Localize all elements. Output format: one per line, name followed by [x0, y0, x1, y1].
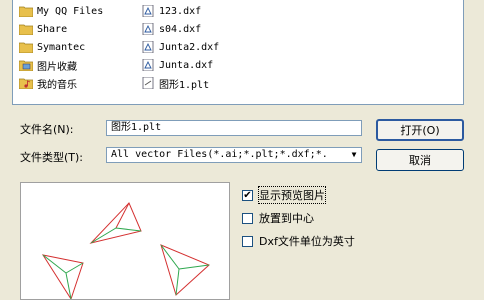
file-item-label: Junta2.dxf [159, 41, 220, 53]
filetype-label: 文件类型(T): [20, 151, 84, 164]
file-item-pictures[interactable]: 图片收藏 [19, 56, 103, 74]
file-item-my-qq-files[interactable]: My QQ Files [19, 2, 103, 20]
place-center-checkbox[interactable] [242, 212, 253, 224]
folder-icon [19, 6, 33, 17]
file-item-label: Symantec [37, 41, 86, 53]
file-item-junta-dxf[interactable]: Junta.dxf [141, 56, 219, 74]
music-folder-icon [19, 78, 33, 89]
dxf-file-icon [142, 41, 154, 53]
file-column-2: 123.dxf s04.dxf Junta2.dxf Junta.dxf 图形1… [141, 2, 219, 92]
file-item-music[interactable]: 我的音乐 [19, 74, 103, 92]
file-item-123-dxf[interactable]: 123.dxf [141, 2, 219, 20]
plt-file-icon [142, 77, 154, 89]
folder-icon [19, 24, 33, 35]
open-button[interactable]: 打开(O) [376, 119, 464, 141]
show-preview-label: 显示预览图片 [258, 186, 326, 204]
place-center-label: 放置到中心 [259, 212, 314, 225]
dxf-inch-checkbox[interactable] [242, 235, 253, 247]
show-preview-option[interactable]: ✔ 显示预览图片 [242, 186, 326, 204]
file-list-panel[interactable]: My QQ Files Share Symantec 图片收藏 我的音乐 123… [12, 0, 464, 105]
file-item-symantec[interactable]: Symantec [19, 38, 103, 56]
filename-input[interactable]: 图形1.plt [106, 120, 362, 136]
dxf-inch-option[interactable]: Dxf文件单位为英寸 [242, 233, 355, 249]
pictures-folder-icon [19, 60, 33, 71]
chevron-down-icon[interactable]: ▼ [346, 148, 361, 162]
file-item-plt[interactable]: 图形1.plt [141, 74, 219, 92]
file-item-share[interactable]: Share [19, 20, 103, 38]
preview-shape-1 [89, 202, 142, 244]
dxf-file-icon [142, 23, 154, 35]
dxf-file-icon [142, 5, 154, 17]
folder-icon [19, 42, 33, 53]
filetype-value: All vector Files(*.ai;*.plt;*.dxf;*. [111, 149, 328, 160]
preview-shape-3 [160, 244, 210, 296]
preview-image [41, 202, 210, 299]
file-item-label: 图片收藏 [37, 61, 77, 73]
file-item-label: 图形1.plt [159, 79, 210, 91]
filename-label: 文件名(N): [20, 123, 74, 136]
file-item-label: 我的音乐 [37, 79, 77, 91]
file-column-1: My QQ Files Share Symantec 图片收藏 我的音乐 [19, 2, 103, 92]
place-center-option[interactable]: 放置到中心 [242, 210, 314, 226]
file-item-s04-dxf[interactable]: s04.dxf [141, 20, 219, 38]
show-preview-checkbox[interactable]: ✔ [242, 189, 253, 201]
cancel-button[interactable]: 取消 [376, 149, 464, 171]
dxf-file-icon [142, 59, 154, 71]
preview-shape-2 [41, 254, 84, 299]
file-item-junta2-dxf[interactable]: Junta2.dxf [141, 38, 219, 56]
file-item-label: Junta.dxf [159, 59, 214, 71]
file-item-label: 123.dxf [159, 5, 202, 17]
filetype-select[interactable]: All vector Files(*.ai;*.plt;*.dxf;*. ▼ [106, 147, 362, 163]
file-item-label: s04.dxf [159, 23, 202, 35]
file-item-label: Share [37, 23, 68, 35]
file-item-label: My QQ Files [37, 5, 104, 17]
preview-pane [20, 182, 230, 300]
dxf-inch-label: Dxf文件单位为英寸 [259, 235, 355, 248]
